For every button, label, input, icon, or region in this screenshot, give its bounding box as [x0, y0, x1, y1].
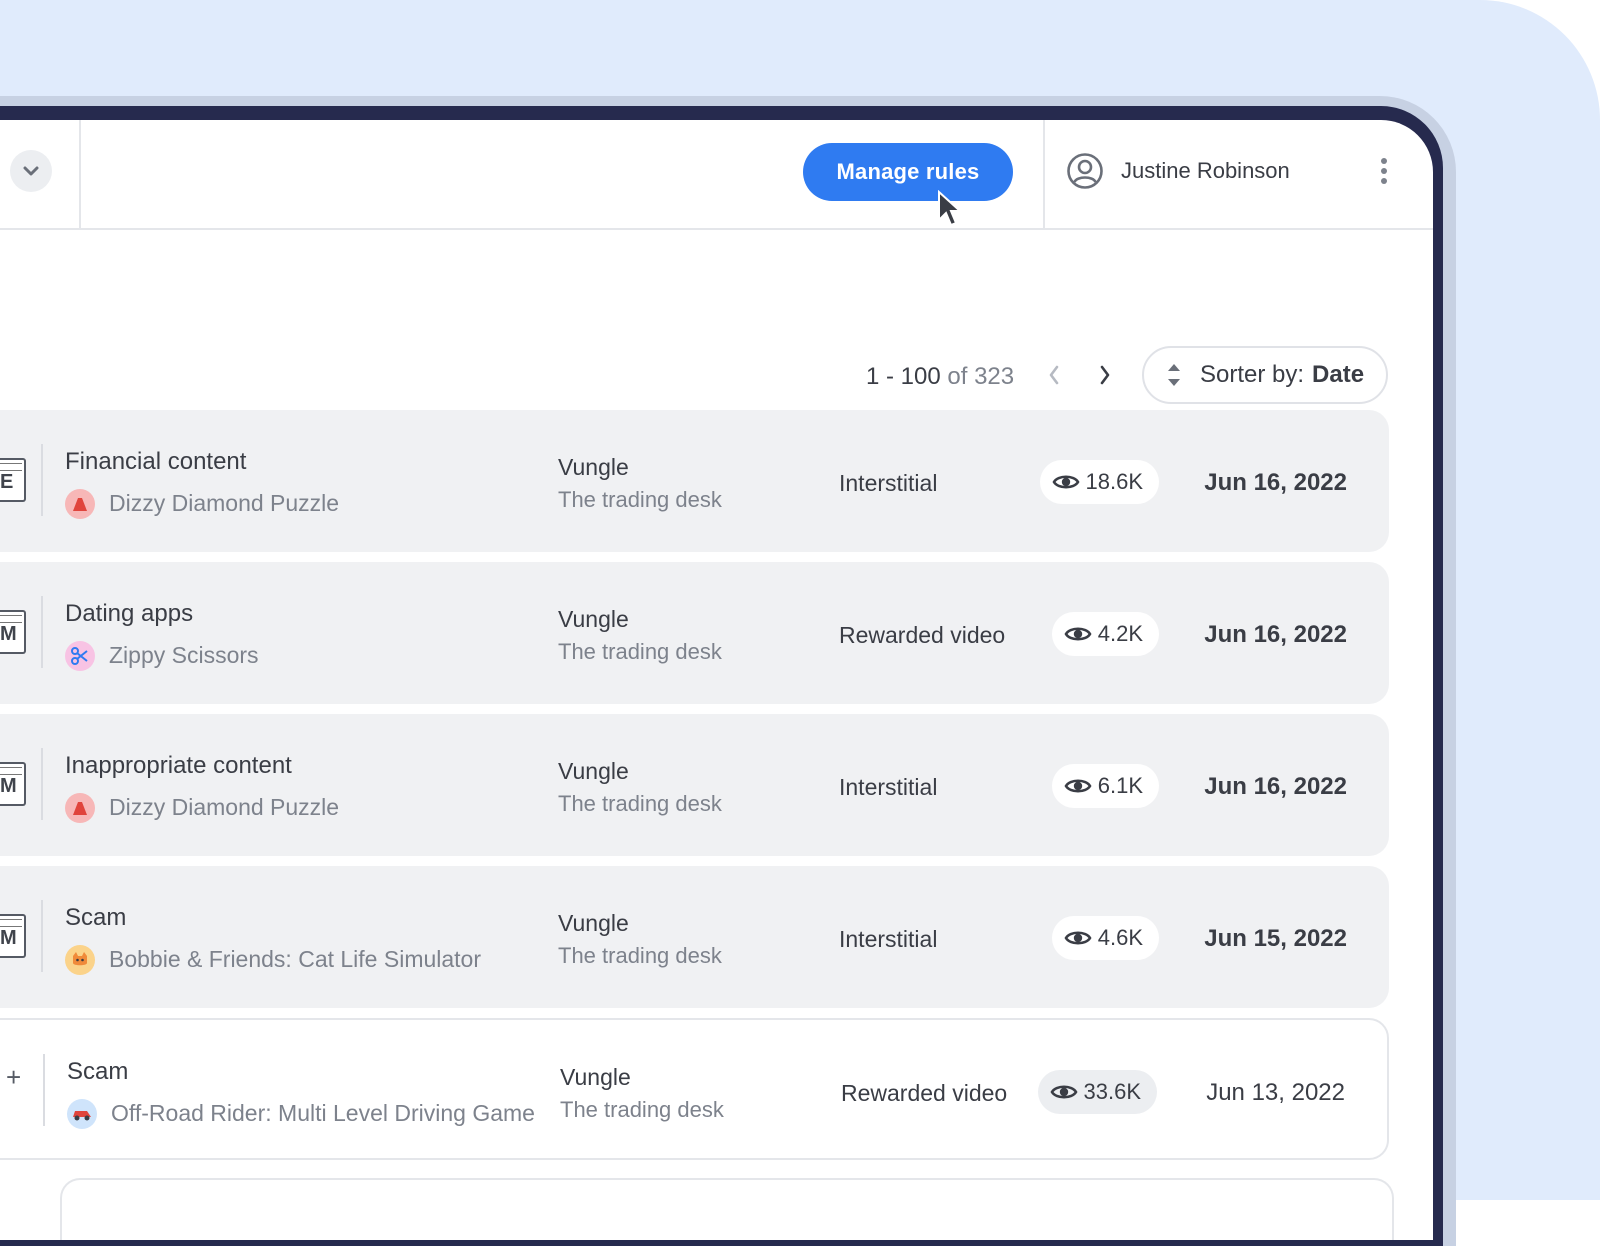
pagination-total: of 323 — [947, 363, 1015, 390]
row-network: Vungle — [558, 454, 629, 480]
views-count: 18.6K — [1085, 469, 1144, 494]
table-row[interactable]: + Scam Off-Road Rider: Multi Level Drivi… — [0, 1018, 1389, 1160]
user-avatar-icon[interactable] — [1066, 152, 1104, 190]
row-date: Jun 16, 2022 — [1204, 621, 1347, 648]
row-date: Jun 13, 2022 — [1206, 1079, 1345, 1106]
sort-label: Sorter by: — [1200, 361, 1305, 388]
eye-icon — [1064, 779, 1092, 793]
row-ad-format: Rewarded video — [839, 622, 1006, 648]
chevron-down-icon — [23, 166, 39, 176]
row-game-name[interactable]: Bobbie & Friends: Cat Life Simulator — [109, 946, 481, 973]
row-divider — [41, 596, 43, 668]
esrb-rating-badge: E — [0, 458, 26, 502]
sort-value: Date — [1312, 361, 1365, 388]
row-category: Scam — [65, 904, 127, 931]
table-row-partial — [60, 1178, 1394, 1240]
row-network: Vungle — [558, 606, 629, 632]
eye-icon — [1052, 475, 1079, 489]
row-desk: The trading desk — [560, 1097, 724, 1122]
row-ad-format: Interstitial — [839, 926, 938, 952]
row-desk: The trading desk — [558, 639, 722, 664]
header-divider — [1043, 120, 1045, 228]
table-row[interactable]: E Financial content Dizzy Diamond Puzzle… — [0, 410, 1389, 552]
mouse-cursor-icon — [938, 190, 963, 227]
row-category: Dating apps — [65, 600, 194, 627]
row-divider — [43, 1054, 45, 1126]
row-network: Vungle — [558, 910, 629, 936]
top-bar: Manage rules Justine Robinson — [0, 120, 1433, 230]
views-badge: 6.1K — [1051, 764, 1159, 808]
next-page-icon[interactable] — [1098, 364, 1112, 386]
cat-game-icon — [65, 945, 95, 975]
row-category: Scam — [67, 1058, 129, 1085]
diamond-game-icon — [65, 489, 95, 519]
dropdown-toggle-button[interactable] — [10, 150, 52, 192]
row-date: Jun 16, 2022 — [1204, 469, 1347, 496]
row-desk: The trading desk — [558, 943, 722, 968]
esrb-rating-badge: M — [0, 610, 26, 654]
views-badge: 33.6K — [1037, 1070, 1157, 1114]
esrb-rating-badge: M — [0, 914, 26, 958]
previous-page-icon[interactable] — [1047, 364, 1061, 386]
row-ad-format: Interstitial — [839, 470, 938, 496]
rating-plus-mark: + — [6, 1062, 22, 1092]
views-badge: 18.6K — [1039, 460, 1159, 504]
row-divider — [41, 444, 43, 516]
user-name[interactable]: Justine Robinson — [1121, 158, 1290, 184]
header-divider — [79, 120, 81, 228]
views-badge: 4.2K — [1051, 612, 1159, 656]
row-network: Vungle — [560, 1064, 631, 1090]
row-date: Jun 15, 2022 — [1204, 925, 1347, 952]
scissors-game-icon — [65, 641, 95, 671]
row-ad-format: Interstitial — [839, 774, 938, 800]
table-row[interactable]: M Inappropriate content Dizzy Diamond Pu… — [0, 714, 1389, 856]
sort-icon — [1168, 364, 1180, 386]
row-desk: The trading desk — [558, 791, 722, 816]
row-divider — [41, 748, 43, 820]
manage-rules-label: Manage rules — [836, 159, 980, 184]
views-count: 4.2K — [1097, 621, 1143, 646]
row-desk: The trading desk — [558, 487, 722, 512]
row-ad-format: Rewarded video — [841, 1080, 1008, 1106]
pagination-range: 1 - 100 — [866, 363, 941, 390]
eye-icon — [1064, 931, 1092, 945]
more-options-icon[interactable] — [1380, 157, 1388, 185]
row-category: Financial content — [65, 448, 247, 475]
row-game-name[interactable]: Dizzy Diamond Puzzle — [109, 794, 339, 821]
views-count: 33.6K — [1083, 1079, 1142, 1104]
app-screen: Manage rules Justine Robinson 1 - 100 of… — [0, 120, 1433, 1240]
diamond-game-icon — [65, 793, 95, 823]
views-count: 6.1K — [1097, 773, 1143, 798]
car-game-icon — [67, 1099, 97, 1129]
views-badge: 4.6K — [1051, 916, 1159, 960]
row-network: Vungle — [558, 758, 629, 784]
eye-icon — [1064, 627, 1092, 641]
pagination-info: 1 - 100 of 323 — [866, 360, 1014, 394]
row-divider — [41, 900, 43, 972]
eye-icon — [1050, 1085, 1077, 1099]
row-game-name[interactable]: Off-Road Rider: Multi Level Driving Game — [111, 1100, 535, 1127]
row-game-name[interactable]: Zippy Scissors — [109, 642, 259, 669]
table-row[interactable]: M Dating apps Zippy Scissors Vungle The … — [0, 562, 1389, 704]
row-category: Inappropriate content — [65, 752, 292, 779]
row-date: Jun 16, 2022 — [1204, 773, 1347, 800]
row-game-name[interactable]: Dizzy Diamond Puzzle — [109, 490, 339, 517]
table-row[interactable]: M Scam Bobbie & Friends: Cat Life Simula… — [0, 866, 1389, 1008]
esrb-rating-badge: M — [0, 762, 26, 806]
views-count: 4.6K — [1097, 925, 1143, 950]
manage-rules-button[interactable]: Manage rules — [803, 143, 1013, 201]
sort-dropdown[interactable]: Sorter by: Date — [1142, 346, 1388, 404]
